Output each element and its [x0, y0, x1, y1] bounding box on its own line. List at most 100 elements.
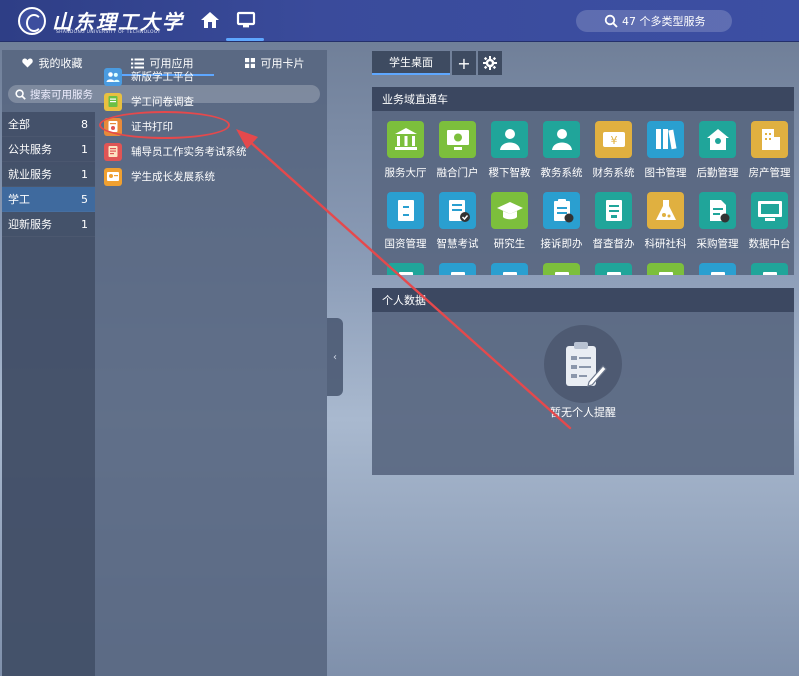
app-item-counselor-exam[interactable]: 辅导员工作实务考试系统 [104, 139, 324, 164]
service-item-partial[interactable] [536, 263, 587, 275]
category-all[interactable]: 全部 8 [2, 112, 95, 137]
service-search-button[interactable]: 47 个多类型服务 [576, 10, 732, 32]
university-logo-icon[interactable] [18, 7, 46, 35]
category-label: 公共服务 [8, 143, 52, 156]
service-icon [751, 263, 788, 275]
business-domain-title: 业务域直通车 [372, 87, 794, 111]
collapse-panel-handle[interactable]: ‹ [327, 318, 343, 396]
people-icon [104, 67, 122, 86]
category-count: 8 [81, 117, 88, 131]
service-label: 国资管理 [384, 238, 427, 250]
personal-data-title: 个人数据 [372, 288, 794, 312]
graduation-icon [491, 192, 528, 229]
service-item[interactable]: 研究生 [484, 192, 535, 251]
home-icon[interactable] [200, 10, 222, 32]
service-icon [543, 263, 580, 275]
service-icon [491, 263, 528, 275]
category-label: 全部 [8, 118, 30, 131]
teacher-icon [491, 121, 528, 158]
category-employment-services[interactable]: 就业服务 1 [2, 162, 95, 187]
category-public-services[interactable]: 公共服务 1 [2, 137, 95, 162]
service-item[interactable]: 接诉即办 [536, 192, 587, 251]
service-label: 服务大厅 [384, 167, 427, 179]
service-label: 智慧考试 [436, 238, 479, 250]
document-icon [699, 192, 736, 229]
service-label: 房产管理 [748, 167, 791, 179]
service-icon [439, 263, 476, 275]
service-item[interactable]: 教务系统 [536, 121, 587, 180]
service-item[interactable]: 督查督办 [588, 192, 639, 251]
service-label: 图书管理 [644, 167, 687, 179]
gear-icon [483, 56, 497, 70]
active-nav-indicator [226, 38, 264, 41]
category-label: 就业服务 [8, 168, 52, 181]
service-label: 后勤管理 [696, 167, 739, 179]
service-item[interactable]: 图书管理 [640, 121, 691, 180]
service-item[interactable]: 服务大厅 [380, 121, 431, 180]
survey-icon [104, 92, 122, 111]
service-item-partial[interactable] [484, 263, 535, 275]
service-item[interactable]: 数据中台 [744, 192, 794, 251]
service-item-partial[interactable] [380, 263, 431, 275]
category-student-affairs[interactable]: 学工 5 [2, 187, 95, 212]
chevron-left-icon: ‹ [333, 351, 337, 363]
heart-icon [21, 58, 33, 68]
service-item-partial[interactable] [640, 263, 691, 275]
app-item-growth-system[interactable]: 学生成长发展系统 [104, 164, 324, 189]
service-label: 科研社科 [644, 238, 687, 250]
app-label: 辅导员工作实务考试系统 [131, 146, 247, 158]
category-count: 1 [81, 217, 88, 231]
service-label: 接诉即办 [540, 238, 583, 250]
service-item[interactable]: ¥ 财务系统 [588, 121, 639, 180]
search-icon [604, 14, 618, 28]
service-item[interactable]: 智慧考试 [432, 192, 483, 251]
service-label: 稷下智教 [488, 167, 531, 179]
tab-favorites[interactable]: 我的收藏 [2, 50, 102, 76]
service-item-partial[interactable] [692, 263, 743, 275]
tab-favorites-label: 我的收藏 [38, 57, 83, 70]
svg-text:¥: ¥ [610, 134, 617, 147]
app-item-new-student-platform[interactable]: 新版学工平台 [104, 64, 324, 89]
app-label: 学工问卷调查 [131, 96, 194, 108]
service-grid: 服务大厅 融合门户 稷下智教 教务系统 ¥ 财务系统 图书管理 后勤管理 房产管理国资管理 智慧考… [380, 121, 794, 275]
plus-icon: + [457, 53, 471, 73]
service-label: 数据中台 [748, 238, 791, 250]
add-desktop-button[interactable]: + [452, 51, 476, 75]
service-item[interactable]: 后勤管理 [692, 121, 743, 180]
desktop-icon[interactable] [236, 10, 258, 32]
service-item[interactable]: 稷下智教 [484, 121, 535, 180]
service-item[interactable]: 融合门户 [432, 121, 483, 180]
service-item[interactable]: 国资管理 [380, 192, 431, 251]
service-label: 教务系统 [540, 167, 583, 179]
growth-icon [104, 167, 122, 186]
app-label: 新版学工平台 [131, 71, 194, 83]
category-freshman-services[interactable]: 迎新服务 1 [2, 212, 95, 237]
cabinet-icon [387, 192, 424, 229]
category-list: 全部 8 公共服务 1 就业服务 1 学工 5 迎新服务 1 [2, 112, 95, 676]
service-icon [387, 263, 424, 275]
app-label: 学生成长发展系统 [131, 171, 215, 183]
service-item-partial[interactable] [432, 263, 483, 275]
service-item-partial[interactable] [588, 263, 639, 275]
desk-tab-bar: 学生桌面 + [372, 51, 502, 75]
exam-sheet-icon [439, 192, 476, 229]
tab-student-desktop[interactable]: 学生桌面 [372, 51, 450, 75]
service-item-partial[interactable] [744, 263, 794, 275]
yen-icon: ¥ [595, 121, 632, 158]
desktop-settings-button[interactable] [478, 51, 502, 75]
building-icon [751, 121, 788, 158]
checklist-icon [595, 192, 632, 229]
service-label: 研究生 [493, 238, 526, 250]
service-label: 融合门户 [436, 167, 479, 179]
bank-icon [387, 121, 424, 158]
category-label: 迎新服务 [8, 218, 52, 231]
service-icon [699, 263, 736, 275]
monitor-icon [439, 121, 476, 158]
service-item[interactable]: 房产管理 [744, 121, 794, 180]
app-item-survey[interactable]: 学工问卷调查 [104, 89, 324, 114]
category-count: 1 [81, 142, 88, 156]
empty-reminder-text: 暂无个人提醒 [550, 406, 616, 419]
annotation-highlight-oval [99, 111, 230, 139]
service-item[interactable]: 采购管理 [692, 192, 743, 251]
service-item[interactable]: 科研社科 [640, 192, 691, 251]
